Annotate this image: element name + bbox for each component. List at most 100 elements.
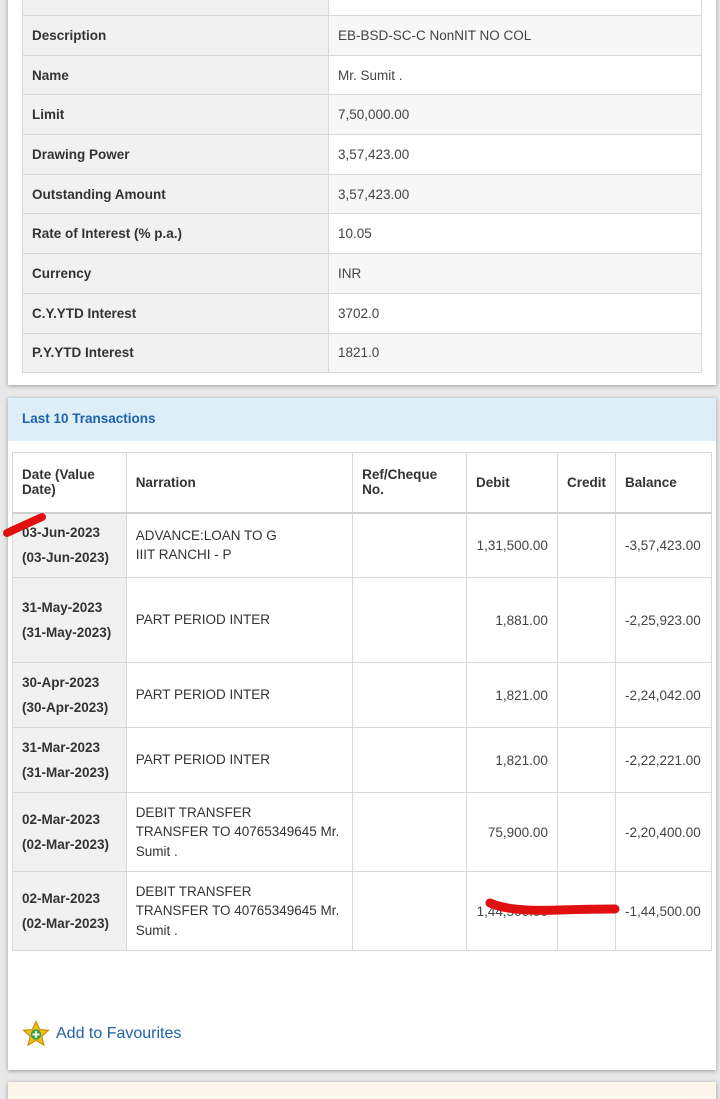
detail-row: Outstanding Amount 3,57,423.00 bbox=[22, 173, 702, 215]
transaction-balance: -1,44,500.00 bbox=[614, 871, 713, 951]
detail-value bbox=[328, 0, 702, 16]
narration-line: PART PERIOD INTER bbox=[135, 612, 270, 628]
detail-label: Rate of Interest (% p.a.) bbox=[22, 213, 329, 255]
transactions-title: Last 10 Transactions bbox=[8, 398, 716, 441]
next-card bbox=[8, 1082, 716, 1099]
detail-label: Limit bbox=[22, 94, 329, 136]
detail-value: 7,50,000.00 bbox=[328, 94, 702, 136]
add-to-favourites-link[interactable]: Add to Favourites bbox=[22, 1020, 181, 1048]
transaction-narration: ADVANCE:LOAN TO G IIIT RANCHI - P bbox=[125, 512, 354, 578]
narration-line: IIIT RANCHI - P bbox=[135, 547, 232, 563]
transaction-balance: -2,25,923.00 bbox=[614, 577, 713, 663]
detail-row: Limit 7,50,000.00 bbox=[22, 94, 702, 136]
transaction-date: 30-Apr-2023 (30-Apr-2023) bbox=[12, 662, 127, 728]
value-date: (31-Mar-2023) bbox=[22, 765, 110, 780]
transaction-ref bbox=[352, 871, 467, 951]
detail-row: Drawing Power 3,57,423.00 bbox=[22, 134, 702, 175]
transaction-date: 03-Jun-2023 (03-Jun-2023) bbox=[12, 512, 127, 578]
transaction-row: 02-Mar-2023 (02-Mar-2023) DEBIT TRANSFER TR… bbox=[12, 871, 713, 951]
posting-date: 30-Apr-2023 bbox=[22, 675, 100, 690]
transaction-row: 30-Apr-2023 (30-Apr-2023) PART PERIOD INTE… bbox=[12, 662, 713, 728]
detail-row: P.Y.YTD Interest 1821.0 bbox=[22, 332, 702, 374]
transaction-credit bbox=[556, 577, 616, 663]
detail-label: Description bbox=[22, 15, 329, 56]
transaction-debit: 1,821.00 bbox=[465, 727, 558, 793]
star-plus-icon bbox=[22, 1020, 50, 1047]
narration-line: PART PERIOD INTER bbox=[135, 752, 270, 768]
posting-date: 31-May-2023 bbox=[22, 600, 103, 615]
transaction-ref bbox=[352, 577, 467, 663]
transaction-narration: DEBIT TRANSFER TRANSFER TO 40765349645 Mr… bbox=[125, 871, 354, 951]
transaction-debit: 1,44,500.00 bbox=[465, 871, 558, 951]
detail-row bbox=[22, 0, 702, 16]
detail-row: Rate of Interest (% p.a.) 10.05 bbox=[22, 213, 702, 255]
transaction-ref bbox=[352, 792, 467, 872]
transaction-credit bbox=[556, 662, 616, 728]
detail-value: 1821.0 bbox=[328, 332, 702, 374]
value-date: (02-Mar-2023) bbox=[22, 837, 110, 852]
narration-line: DEBIT TRANSFER bbox=[135, 883, 252, 899]
detail-label bbox=[22, 0, 329, 16]
column-header-credit: Credit bbox=[556, 452, 616, 514]
transaction-balance: -2,22,221.00 bbox=[614, 727, 713, 793]
detail-value: EB-BSD-SC-C NonNIT NO COL bbox=[328, 15, 702, 56]
detail-label: Drawing Power bbox=[22, 134, 329, 175]
detail-label: Outstanding Amount bbox=[22, 173, 329, 215]
transaction-ref bbox=[352, 727, 467, 793]
posting-date: 02-Mar-2023 bbox=[22, 891, 101, 906]
transaction-credit bbox=[556, 871, 616, 951]
account-details-card: Description EB-BSD-SC-C NonNIT NO COL Name… bbox=[8, 0, 716, 385]
value-date: (30-Apr-2023) bbox=[22, 700, 109, 715]
account-details-table: Description EB-BSD-SC-C NonNIT NO COL Name… bbox=[22, 0, 702, 374]
transaction-date: 31-May-2023 (31-May-2023) bbox=[12, 577, 127, 663]
detail-label: C.Y.YTD Interest bbox=[22, 292, 329, 334]
transaction-narration: PART PERIOD INTER bbox=[125, 727, 354, 793]
transaction-debit: 75,900.00 bbox=[465, 792, 558, 872]
column-header-debit: Debit bbox=[465, 452, 558, 514]
transaction-debit: 1,821.00 bbox=[465, 662, 558, 728]
detail-row: Name Mr. Sumit . bbox=[22, 54, 702, 96]
narration-line: Sumit . bbox=[135, 843, 178, 859]
transaction-ref bbox=[352, 512, 467, 578]
transaction-row: 02-Mar-2023 (02-Mar-2023) DEBIT TRANSFER TR… bbox=[12, 792, 713, 872]
detail-label: P.Y.YTD Interest bbox=[22, 332, 329, 374]
narration-line: DEBIT TRANSFER bbox=[135, 804, 252, 820]
detail-value: INR bbox=[328, 253, 702, 294]
detail-value: 3,57,423.00 bbox=[328, 173, 702, 215]
table-header-row: Date (Value Date) Narration Ref/Cheque N… bbox=[12, 452, 713, 514]
detail-value: 3702.0 bbox=[328, 292, 702, 334]
transaction-date: 02-Mar-2023 (02-Mar-2023) bbox=[12, 871, 127, 951]
narration-line: PART PERIOD INTER bbox=[135, 687, 270, 703]
value-date: (03-Jun-2023) bbox=[22, 550, 110, 566]
narration-line: TRANSFER TO 40765349645 Mr. bbox=[135, 824, 340, 840]
transactions-table: Date (Value Date) Narration Ref/Cheque N… bbox=[12, 452, 713, 951]
narration-line: ADVANCE:LOAN TO G bbox=[135, 527, 277, 543]
detail-label: Name bbox=[22, 54, 329, 96]
transaction-date: 31-Mar-2023 (31-Mar-2023) bbox=[12, 727, 127, 793]
transaction-ref bbox=[352, 662, 467, 728]
transaction-row: 31-Mar-2023 (31-Mar-2023) PART PERIOD INTE… bbox=[12, 727, 713, 793]
detail-value: 10.05 bbox=[328, 213, 702, 255]
detail-row: Description EB-BSD-SC-C NonNIT NO COL bbox=[22, 15, 702, 56]
transaction-credit bbox=[556, 727, 616, 793]
column-header-narration: Narration bbox=[125, 452, 354, 514]
transaction-credit bbox=[556, 512, 616, 578]
detail-value: Mr. Sumit . bbox=[328, 54, 702, 96]
posting-date: 03-Jun-2023 bbox=[22, 525, 101, 541]
value-date: (31-May-2023) bbox=[22, 625, 112, 640]
posting-date: 31-Mar-2023 bbox=[22, 740, 101, 755]
transaction-date: 02-Mar-2023 (02-Mar-2023) bbox=[12, 792, 127, 872]
transaction-credit bbox=[556, 792, 616, 872]
detail-label: Currency bbox=[22, 253, 329, 294]
transaction-narration: DEBIT TRANSFER TRANSFER TO 40765349645 Mr… bbox=[125, 792, 354, 872]
transaction-debit: 1,31,500.00 bbox=[465, 512, 558, 578]
column-header-balance: Balance bbox=[614, 452, 713, 514]
detail-value: 3,57,423.00 bbox=[328, 134, 702, 175]
detail-row: C.Y.YTD Interest 3702.0 bbox=[22, 292, 702, 334]
transaction-balance: -2,24,042.00 bbox=[614, 662, 713, 728]
transaction-row: 03-Jun-2023 (03-Jun-2023) ADVANCE:LOAN TO … bbox=[12, 512, 713, 578]
column-header-date: Date (Value Date) bbox=[12, 452, 127, 514]
transaction-narration: PART PERIOD INTER bbox=[125, 577, 354, 663]
transaction-narration: PART PERIOD INTER bbox=[125, 662, 354, 728]
transaction-row: 31-May-2023 (31-May-2023) PART PERIOD INTE… bbox=[12, 577, 713, 663]
